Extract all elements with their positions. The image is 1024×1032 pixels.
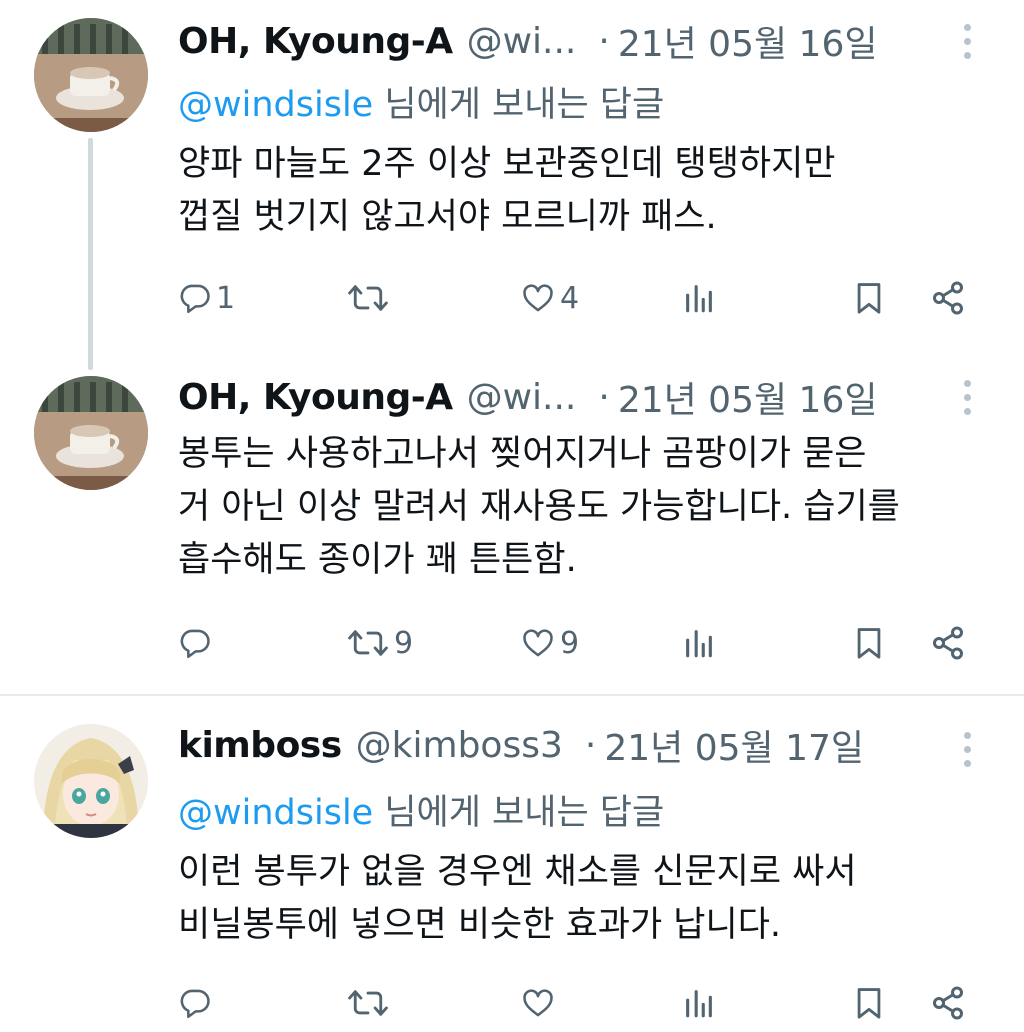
more-icon[interactable] [950, 724, 984, 774]
like-button[interactable] [520, 978, 560, 1028]
author-name[interactable]: OH, Kyoung-A [178, 377, 453, 418]
mention-link[interactable]: @windsisle [178, 793, 373, 833]
tweet-text-line: 비닐봉투에 넣으면 비슷한 효과가 납니다. [178, 905, 782, 945]
tweet-header: OH, Kyoung-A @wi... · 21년 05월 16일 [178, 16, 878, 66]
replying-to: @windsisle 님에게 보내는 답글 [178, 76, 664, 127]
bookmark-button[interactable] [852, 273, 886, 323]
reply-button[interactable] [178, 978, 216, 1028]
more-icon[interactable] [950, 16, 984, 66]
tweet-text-line: 양파 마늘도 2주 이상 보관중인데 탱탱하지만 [178, 144, 836, 184]
bookmark-button[interactable] [852, 978, 886, 1028]
tweet-text-line: 껍질 벗기지 않고서야 모르니까 패스. [178, 197, 717, 237]
retweet-icon [348, 630, 388, 656]
bookmark-icon [857, 283, 881, 314]
reply-icon [180, 989, 210, 1019]
replying-suffix: 님에게 보내는 답글 [373, 793, 665, 833]
like-count: 9 [560, 625, 580, 661]
tweet-date[interactable]: 21년 05월 16일 [618, 371, 878, 423]
tweet-text: 양파 마늘도 2주 이상 보관중인데 탱탱하지만 껍질 벗기지 않고서야 모르니… [178, 138, 998, 244]
separator: · [598, 20, 610, 62]
like-button[interactable]: 9 [520, 618, 579, 668]
author-name[interactable]: kimboss [178, 725, 342, 766]
views-button[interactable] [682, 618, 716, 668]
share-icon [933, 281, 963, 315]
tweet-date[interactable]: 21년 05월 17일 [604, 719, 864, 771]
tweet[interactable]: OH, Kyoung-A @wi... · 21년 05월 16일 @winds… [0, 14, 1024, 334]
bookmark-icon [857, 988, 881, 1019]
retweet-count: 9 [394, 625, 414, 661]
like-button[interactable]: 4 [520, 273, 579, 323]
bookmark-icon [857, 628, 881, 659]
tweet-date[interactable]: 21년 05월 16일 [618, 15, 878, 67]
author-handle[interactable]: @wi... [467, 377, 577, 418]
retweet-button[interactable] [346, 978, 394, 1028]
tweet[interactable]: kimboss @kimboss3 · 21년 05월 17일 @windsis… [0, 722, 1024, 1032]
replying-to: @windsisle 님에게 보내는 답글 [178, 784, 664, 835]
separator: · [584, 724, 597, 766]
views-button[interactable] [682, 273, 716, 323]
separator: · [598, 376, 610, 418]
views-icon [686, 630, 712, 658]
share-button[interactable] [930, 618, 966, 668]
retweet-button[interactable]: 9 [346, 618, 413, 668]
retweet-icon [348, 285, 388, 311]
share-icon [933, 626, 963, 660]
action-bar: 9 9 [0, 618, 1024, 668]
heart-icon [523, 629, 553, 657]
tweet[interactable]: OH, Kyoung-A @wi... · 21년 05월 16일 봉투는 사용… [0, 372, 1024, 692]
reply-icon [180, 629, 210, 659]
action-bar: 1 4 [0, 273, 1024, 323]
tweet-text: 이런 봉투가 없을 경우엔 채소를 신문지로 싸서 비닐봉투에 넣으면 비슷한 … [178, 846, 998, 952]
share-icon [933, 986, 963, 1020]
views-icon [686, 990, 712, 1018]
author-handle[interactable]: @kimboss3 [356, 725, 563, 766]
like-count: 4 [560, 280, 580, 316]
action-bar [0, 978, 1024, 1028]
tweet-text-line: 봉투는 사용하고나서 찢어지거나 곰팡이가 묻은 [178, 434, 867, 474]
tweet-header: kimboss @kimboss3 · 21년 05월 17일 [178, 720, 864, 770]
author-name[interactable]: OH, Kyoung-A [178, 21, 453, 62]
reply-icon [180, 284, 210, 314]
share-button[interactable] [930, 273, 966, 323]
avatar[interactable] [34, 724, 148, 838]
tweet-text-line: 이런 봉투가 없을 경우엔 채소를 신문지로 싸서 [178, 852, 857, 892]
heart-icon [523, 989, 553, 1017]
tweet-text-line: 거 아닌 이상 말려서 재사용도 가능합니다. 습기를 [178, 487, 900, 527]
author-handle[interactable]: @wi... [467, 21, 577, 62]
replying-suffix: 님에게 보내는 답글 [373, 85, 665, 125]
views-button[interactable] [682, 978, 716, 1028]
reply-count: 1 [216, 280, 236, 316]
tweet-text-line: 흡수해도 종이가 꽤 튼튼함. [178, 540, 577, 580]
mention-link[interactable]: @windsisle [178, 85, 373, 125]
reply-button[interactable] [178, 618, 216, 668]
share-button[interactable] [930, 978, 966, 1028]
avatar[interactable] [34, 18, 148, 132]
bookmark-button[interactable] [852, 618, 886, 668]
reply-button[interactable]: 1 [178, 273, 235, 323]
tweet-header: OH, Kyoung-A @wi... · 21년 05월 16일 [178, 372, 878, 422]
tweet-text: 봉투는 사용하고나서 찢어지거나 곰팡이가 묻은 거 아닌 이상 말려서 재사용… [178, 428, 998, 587]
retweet-icon [348, 990, 388, 1016]
heart-icon [523, 284, 553, 312]
more-icon[interactable] [950, 372, 984, 422]
divider [0, 694, 1024, 696]
avatar[interactable] [34, 376, 148, 490]
retweet-button[interactable] [346, 273, 394, 323]
views-icon [686, 285, 712, 313]
